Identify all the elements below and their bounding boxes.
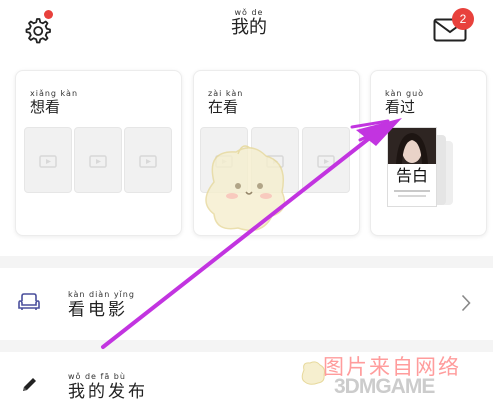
poster-image bbox=[388, 128, 436, 164]
menu-item-text: 看电影 bbox=[68, 300, 128, 320]
menu-item-text: 我的发布 bbox=[68, 382, 148, 402]
pencil-icon bbox=[23, 378, 36, 391]
poster-title: 告白 bbox=[395, 166, 428, 185]
card-title-text: 在看 bbox=[208, 98, 239, 116]
page-title-text: 我的 bbox=[231, 17, 267, 38]
film-icon bbox=[89, 155, 107, 168]
card-title: kàn guò 看过 bbox=[385, 89, 424, 116]
movie-placeholder bbox=[24, 127, 72, 193]
page-title: wǒ de 我的 bbox=[224, 8, 274, 39]
watermark-mascot-icon bbox=[301, 361, 325, 385]
mail-badge: 2 bbox=[452, 8, 474, 30]
card-title-pinyin: zài kàn bbox=[208, 89, 244, 98]
menu-item-pinyin: wǒ de fā bù bbox=[68, 372, 126, 381]
menu-item-label: kàn diàn yǐng 看电影 bbox=[68, 290, 135, 321]
movie-placeholder bbox=[74, 127, 122, 193]
top-bar: wǒ de 我的 2 bbox=[0, 0, 493, 62]
movie-poster[interactable]: 告白 bbox=[387, 127, 437, 207]
poster-subtitle-line bbox=[394, 190, 430, 192]
film-icon bbox=[317, 155, 335, 168]
section-divider bbox=[0, 256, 493, 268]
menu-item-pinyin: kàn diàn yǐng bbox=[68, 290, 135, 299]
mascot-watermark bbox=[205, 145, 286, 231]
gear-icon[interactable] bbox=[22, 16, 52, 46]
sofa-icon bbox=[18, 293, 40, 310]
film-icon bbox=[139, 155, 157, 168]
film-icon bbox=[39, 155, 57, 168]
card-watched[interactable]: kàn guò 看过 告白 bbox=[370, 70, 487, 236]
movie-placeholder bbox=[124, 127, 172, 193]
card-title-text: 看过 bbox=[385, 98, 416, 116]
card-title-text: 想看 bbox=[30, 98, 61, 116]
menu-item-label: wǒ de fā bù 我的发布 bbox=[68, 372, 148, 403]
card-title-pinyin: kàn guò bbox=[385, 89, 425, 98]
card-title: xiǎng kàn 想看 bbox=[30, 89, 78, 116]
chevron-right-icon bbox=[461, 294, 471, 312]
watermark-text-en: 3DMGAME bbox=[334, 375, 435, 398]
card-title-pinyin: xiǎng kàn bbox=[30, 89, 79, 98]
page-title-pinyin: wǒ de bbox=[234, 8, 264, 17]
menu-item-watch-movie[interactable]: kàn diàn yǐng 看电影 bbox=[0, 268, 493, 340]
card-title: zài kàn 在看 bbox=[208, 89, 243, 116]
card-want-to-watch[interactable]: xiǎng kàn 想看 bbox=[15, 70, 182, 236]
poster-subtitle-line bbox=[398, 195, 426, 197]
settings-notification-dot bbox=[44, 10, 53, 19]
movie-placeholder bbox=[302, 127, 350, 193]
